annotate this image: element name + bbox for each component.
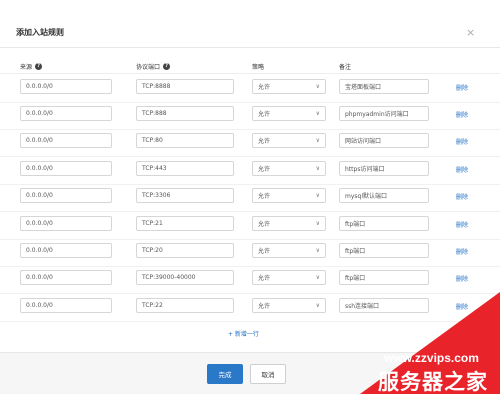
delete-link[interactable]: 删除 (456, 110, 468, 119)
policy-value: 允许 (258, 303, 271, 310)
chevron-down-icon: ∨ (315, 220, 320, 227)
confirm-button[interactable]: 完成 (207, 364, 243, 384)
column-port-label: 协议端口 (136, 64, 161, 71)
source-input[interactable]: 0.0.0.0/0 (20, 188, 112, 203)
note-input[interactable]: ftp端口 (339, 270, 429, 285)
note-input[interactable]: ftp端口 (339, 216, 429, 231)
close-icon[interactable]: × (466, 27, 475, 38)
note-input[interactable]: https访问端口 (339, 161, 429, 176)
port-input[interactable]: TCP:443 (136, 161, 234, 176)
policy-select[interactable]: 允许 ∨ (252, 270, 326, 285)
policy-select[interactable]: 允许 ∨ (252, 106, 326, 121)
policy-value: 允许 (258, 166, 271, 173)
port-input[interactable]: TCP:8888 (136, 79, 234, 94)
rule-row: 0.0.0.0/0 TCP:39000-40000 允许 ∨ ftp端口 删除 (0, 266, 500, 294)
delete-link[interactable]: 删除 (456, 83, 468, 92)
source-input[interactable]: 0.0.0.0/0 (20, 216, 112, 231)
rule-row: 0.0.0.0/0 TCP:20 允许 ∨ ftp端口 删除 (0, 239, 500, 267)
column-header-policy: 策略 (252, 62, 264, 71)
policy-value: 允许 (258, 111, 271, 118)
column-headers: 来源 ? 协议端口 ? 策略 备注 (0, 58, 500, 74)
rule-row: 0.0.0.0/0 TCP:22 允许 ∨ ssh连接端口 删除 (0, 294, 500, 322)
delete-link[interactable]: 删除 (456, 302, 468, 311)
rule-row: 0.0.0.0/0 TCP:443 允许 ∨ https访问端口 删除 (0, 157, 500, 185)
dialog-title: 添加入站规则 (16, 28, 64, 37)
policy-select[interactable]: 允许 ∨ (252, 161, 326, 176)
delete-link[interactable]: 删除 (456, 247, 468, 256)
rule-row: 0.0.0.0/0 TCP:888 允许 ∨ phpmyadmin访问端口 删除 (0, 102, 500, 130)
note-input[interactable]: 宝塔面板端口 (339, 79, 429, 94)
chevron-down-icon: ∨ (315, 165, 320, 172)
source-input[interactable]: 0.0.0.0/0 (20, 298, 112, 313)
delete-link[interactable]: 删除 (456, 274, 468, 283)
policy-select[interactable]: 允许 ∨ (252, 79, 326, 94)
watermark-name: 服务器之家 (378, 370, 488, 394)
chevron-down-icon: ∨ (315, 274, 320, 281)
help-icon[interactable]: ? (35, 63, 43, 70)
port-input[interactable]: TCP:22 (136, 298, 234, 313)
source-input[interactable]: 0.0.0.0/0 (20, 161, 112, 176)
add-inbound-rule-dialog: 添加入站规则 × 来源 ? 协议端口 ? 策略 备注 0.0.0.0/0 TCP… (0, 0, 500, 394)
column-header-port: 协议端口 ? (136, 62, 171, 71)
column-header-note: 备注 (339, 62, 351, 71)
policy-select[interactable]: 允许 ∨ (252, 133, 326, 148)
port-input[interactable]: TCP:39000-40000 (136, 270, 234, 285)
cancel-button[interactable]: 取消 (250, 364, 286, 384)
add-row-link[interactable]: + 新增一行 (228, 329, 259, 338)
note-input[interactable]: mysql默认端口 (339, 188, 429, 203)
column-source-label: 来源 (20, 64, 33, 71)
help-icon[interactable]: ? (163, 63, 171, 70)
policy-value: 允许 (258, 84, 271, 91)
rule-row: 0.0.0.0/0 TCP:80 允许 ∨ 网站访问端口 删除 (0, 129, 500, 157)
policy-select[interactable]: 允许 ∨ (252, 298, 326, 313)
policy-select[interactable]: 允许 ∨ (252, 243, 326, 258)
delete-link[interactable]: 删除 (456, 165, 468, 174)
column-header-source: 来源 ? (20, 62, 43, 71)
chevron-down-icon: ∨ (315, 192, 320, 199)
note-input[interactable]: ftp端口 (339, 243, 429, 258)
chevron-down-icon: ∨ (315, 302, 320, 309)
port-input[interactable]: TCP:21 (136, 216, 234, 231)
policy-value: 允许 (258, 248, 271, 255)
note-input[interactable]: phpmyadmin访问端口 (339, 106, 429, 121)
policy-value: 允许 (258, 275, 271, 282)
source-input[interactable]: 0.0.0.0/0 (20, 106, 112, 121)
policy-value: 允许 (258, 138, 271, 145)
dialog-header: 添加入站规则 × (0, 0, 500, 48)
policy-value: 允许 (258, 193, 271, 200)
rule-row: 0.0.0.0/0 TCP:8888 允许 ∨ 宝塔面板端口 删除 (0, 75, 500, 103)
note-input[interactable]: ssh连接端口 (339, 298, 429, 313)
chevron-down-icon: ∨ (315, 247, 320, 254)
watermark-url: www.zzvips.com (384, 351, 479, 365)
source-input[interactable]: 0.0.0.0/0 (20, 243, 112, 258)
port-input[interactable]: TCP:3306 (136, 188, 234, 203)
policy-value: 允许 (258, 221, 271, 228)
policy-select[interactable]: 允许 ∨ (252, 216, 326, 231)
delete-link[interactable]: 删除 (456, 220, 468, 229)
note-input[interactable]: 网站访问端口 (339, 133, 429, 148)
port-input[interactable]: TCP:20 (136, 243, 234, 258)
source-input[interactable]: 0.0.0.0/0 (20, 79, 112, 94)
delete-link[interactable]: 删除 (456, 137, 468, 146)
delete-link[interactable]: 删除 (456, 192, 468, 201)
chevron-down-icon: ∨ (315, 137, 320, 144)
rule-row: 0.0.0.0/0 TCP:21 允许 ∨ ftp端口 删除 (0, 212, 500, 240)
source-input[interactable]: 0.0.0.0/0 (20, 270, 112, 285)
source-input[interactable]: 0.0.0.0/0 (20, 133, 112, 148)
policy-select[interactable]: 允许 ∨ (252, 188, 326, 203)
port-input[interactable]: TCP:888 (136, 106, 234, 121)
chevron-down-icon: ∨ (315, 83, 320, 90)
column-policy-label: 策略 (252, 64, 265, 71)
port-input[interactable]: TCP:80 (136, 133, 234, 148)
column-note-label: 备注 (339, 64, 352, 71)
rule-row: 0.0.0.0/0 TCP:3306 允许 ∨ mysql默认端口 删除 (0, 184, 500, 212)
chevron-down-icon: ∨ (315, 110, 320, 117)
